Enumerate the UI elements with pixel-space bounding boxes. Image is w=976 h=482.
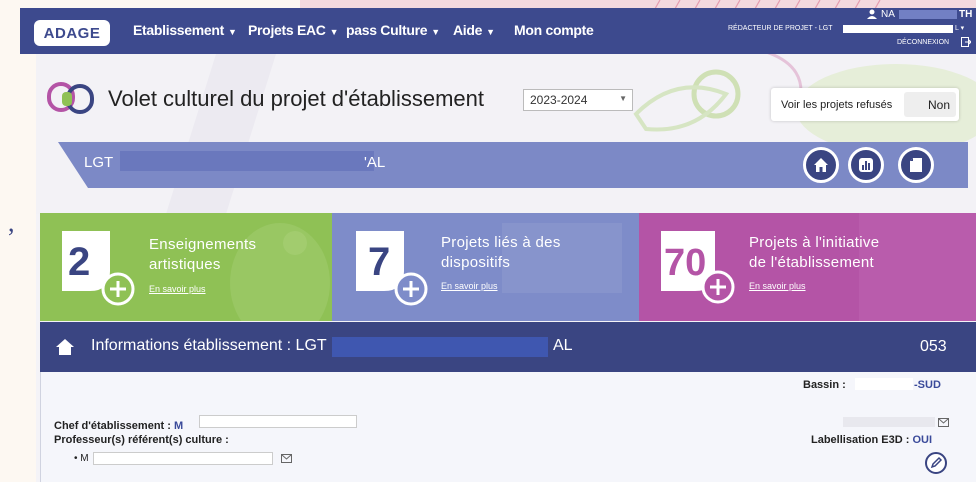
redacted-role [843, 25, 953, 33]
info-title: Informations établissement : LGT [91, 337, 327, 354]
home-button[interactable] [803, 147, 839, 183]
labellisation-label: Labellisation E3D : [811, 434, 910, 446]
chef-label: Chef d'établissement : M [54, 420, 183, 432]
decorative-mark: , [8, 208, 15, 237]
tile-dispositifs[interactable]: 7 Projets liés à des dispositifs En savo… [332, 213, 639, 321]
prof-value: M [80, 453, 89, 464]
nav-projets-eac[interactable]: Projets EAC ▼ [248, 22, 339, 38]
nav-label: pass Culture [346, 22, 428, 38]
bassin-value: -SUD [914, 379, 941, 391]
home-icon [56, 339, 74, 355]
tile-link[interactable]: En savoir plus [749, 281, 806, 291]
chef-value: M [173, 420, 184, 432]
nav-pass-culture[interactable]: pass Culture ▼ [346, 22, 440, 38]
tile-count: 70 [664, 242, 706, 284]
school-name-start: LGT [84, 154, 114, 171]
nav-label: Mon compte [514, 22, 594, 38]
redacted-chef-name [199, 415, 357, 428]
user-name-end: TH [959, 9, 973, 20]
adage-logo[interactable]: ADAGE [34, 20, 110, 46]
redacted-school-name [120, 151, 374, 171]
document-icon [910, 158, 922, 172]
volet-culturel-logo [47, 82, 94, 114]
nav-label: Aide [453, 22, 483, 38]
redacted-bassin [855, 378, 913, 390]
redacted-prof-name [93, 452, 273, 465]
page-title: Volet culturel du projet d'établissement [108, 86, 484, 111]
tile-count: 7 [368, 240, 390, 284]
tile-title: Projets à l'initiative [749, 234, 880, 251]
logout-icon[interactable] [961, 37, 971, 47]
info-title-end: AL [553, 337, 573, 354]
redacted-school-name [332, 337, 548, 357]
background-decor [36, 54, 976, 214]
chart-icon [859, 158, 873, 172]
bassin-label: Bassin : [803, 379, 846, 391]
nav-mon-compte[interactable]: Mon compte [514, 22, 594, 38]
tile-title: Projets liés à des [441, 234, 561, 251]
nav-label: Projets EAC [248, 22, 326, 38]
redacted-name [899, 10, 957, 19]
redacted-phone [843, 417, 935, 427]
document-button[interactable] [898, 147, 934, 183]
logout-link[interactable]: DÉCONNEXION [897, 39, 949, 46]
prof-label: Professeur(s) référent(s) culture : [54, 434, 229, 446]
tile-link[interactable]: En savoir plus [441, 281, 498, 291]
tile-initiative[interactable]: 70 Projets à l'initiative de l'établisse… [639, 213, 976, 321]
tile-link[interactable]: En savoir plus [149, 284, 206, 294]
user-icon [867, 9, 877, 19]
tile-subtitle: de l'établissement [749, 254, 874, 271]
school-code: 053 [920, 338, 947, 355]
nav-etablissement[interactable]: Etablissement ▼ [133, 22, 237, 38]
nav-label: Etablissement [133, 22, 225, 38]
year-select-value: 2023-2024 [530, 93, 588, 107]
caret-down-icon: ▼ [431, 27, 440, 37]
chef-label-text: Chef d'établissement : [54, 420, 171, 432]
chevron-down-icon: ▼ [619, 94, 627, 103]
mail-icon[interactable] [281, 454, 292, 463]
nav-aide[interactable]: Aide ▼ [453, 22, 495, 38]
caret-down-icon: ▼ [228, 27, 237, 37]
year-select[interactable]: 2023-2024 ▼ [523, 89, 633, 111]
tile-subtitle: dispositifs [441, 254, 511, 271]
mail-icon[interactable] [938, 418, 949, 427]
labellisation: Labellisation E3D : OUI [811, 434, 932, 446]
tile-enseignements[interactable]: 2 Enseignements artistiques En savoir pl… [40, 213, 332, 321]
refused-projects-label: Voir les projets refusés [781, 99, 893, 111]
edit-button[interactable] [924, 451, 948, 475]
tile-subtitle: artistiques [149, 256, 221, 273]
user-role-end: L ▾ [955, 25, 965, 32]
school-name-end: 'AL [364, 154, 386, 171]
refused-projects-toggle[interactable]: Non [904, 92, 956, 117]
labellisation-value: OUI [912, 434, 933, 446]
tile-count: 2 [68, 240, 90, 284]
tile-title: Enseignements [149, 236, 257, 253]
user-role: RÉDACTEUR DE PROJET - LGT [728, 25, 833, 32]
caret-down-icon: ▼ [486, 27, 495, 37]
caret-down-icon: ▼ [329, 27, 339, 37]
user-name: NA [881, 9, 895, 20]
screen: ADAGE Etablissement ▼ Projets EAC ▼ pass C… [0, 0, 976, 482]
home-icon [814, 158, 828, 172]
stats-button[interactable] [848, 147, 884, 183]
prof-list-item: • M [74, 453, 89, 464]
